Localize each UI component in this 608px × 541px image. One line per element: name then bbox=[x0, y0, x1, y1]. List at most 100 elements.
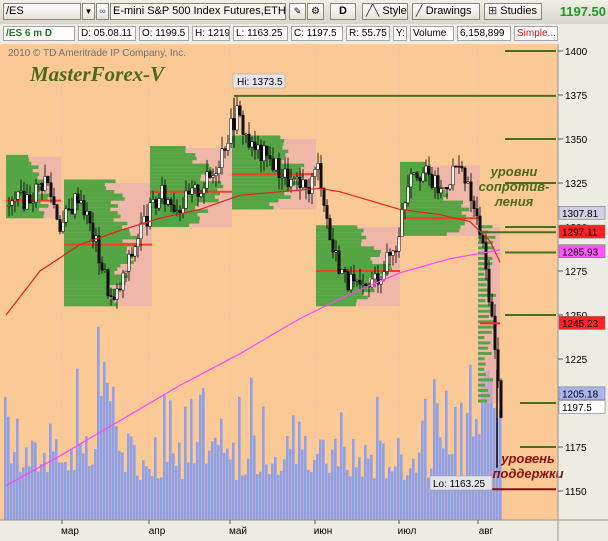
profile-bar bbox=[400, 228, 460, 233]
profile-bar bbox=[64, 281, 126, 286]
toolbar: /ES ▼ ∞ E-mini S&P 500 Index Futures,ETH… bbox=[0, 0, 608, 25]
profile-bar bbox=[6, 165, 39, 169]
symbol-value: /ES bbox=[6, 5, 24, 17]
price-tag-value: 1205.18 bbox=[562, 389, 599, 400]
volume-bar bbox=[64, 461, 67, 520]
candle bbox=[475, 208, 479, 217]
volume-bar bbox=[244, 474, 247, 520]
time-tick-label: мар bbox=[61, 526, 79, 537]
study-label[interactable]: Simple... bbox=[514, 26, 558, 41]
candle bbox=[430, 174, 434, 188]
volume-bar bbox=[88, 466, 91, 520]
candle bbox=[73, 193, 77, 215]
profile-bar bbox=[64, 278, 124, 282]
profile-bar bbox=[400, 225, 461, 229]
share-icon[interactable]: ✎ bbox=[289, 3, 306, 20]
studies-button[interactable]: ⊞ Studies bbox=[484, 3, 542, 20]
volume-bar bbox=[73, 470, 76, 520]
profile-bar bbox=[6, 158, 30, 162]
price-tag-value: 1307.81 bbox=[562, 209, 599, 220]
candle bbox=[469, 181, 473, 202]
candle bbox=[214, 173, 218, 176]
profile-bar bbox=[316, 239, 362, 243]
volume-bar bbox=[145, 466, 148, 520]
candle bbox=[385, 252, 389, 272]
symbol-input[interactable]: /ES bbox=[3, 3, 81, 20]
time-tick-label: июн bbox=[314, 526, 333, 537]
symbol-dropdown-chevron-icon[interactable]: ▼ bbox=[82, 3, 95, 20]
timeframe-label[interactable]: /ES 6 m D bbox=[3, 26, 75, 41]
candle bbox=[238, 105, 242, 116]
profile-bar bbox=[64, 302, 117, 307]
profile-bar bbox=[64, 186, 107, 191]
candle bbox=[97, 235, 101, 264]
volume-bar bbox=[187, 462, 190, 520]
candle bbox=[472, 200, 476, 209]
volume-bar bbox=[196, 441, 199, 520]
candle bbox=[427, 165, 431, 175]
profile-bar bbox=[400, 200, 464, 205]
candle bbox=[217, 167, 221, 174]
volume-bar bbox=[127, 433, 130, 520]
candle bbox=[397, 236, 401, 252]
volume-bar bbox=[16, 418, 19, 520]
profile-bar bbox=[400, 197, 444, 201]
volume-bar bbox=[202, 388, 205, 520]
link-icon[interactable]: ∞ bbox=[96, 3, 109, 20]
volume-bar bbox=[313, 460, 316, 520]
candle bbox=[226, 143, 230, 151]
volume-bar bbox=[403, 479, 406, 520]
volume-bar bbox=[466, 412, 469, 520]
candle bbox=[163, 185, 167, 205]
candle bbox=[178, 210, 182, 214]
candle bbox=[52, 196, 56, 205]
volume-bar bbox=[52, 451, 55, 520]
volume-bar bbox=[295, 464, 298, 520]
candle bbox=[457, 165, 461, 168]
drawings-button[interactable]: ╱ Drawings bbox=[412, 3, 480, 20]
candle bbox=[253, 141, 257, 151]
profile-bar bbox=[64, 232, 131, 236]
candle bbox=[265, 145, 269, 156]
aggregation-button[interactable]: D bbox=[330, 3, 356, 20]
volume-bar bbox=[28, 466, 31, 520]
candle bbox=[244, 133, 248, 136]
volume-bar bbox=[328, 472, 331, 520]
candle bbox=[133, 246, 137, 257]
candle bbox=[106, 269, 110, 296]
profile-bar bbox=[64, 288, 119, 293]
volume-bar bbox=[82, 453, 85, 520]
price-chart[interactable]: 2010 © TD Ameritrade IP Company, Inc. Ma… bbox=[0, 44, 608, 541]
candle bbox=[331, 239, 335, 253]
candle bbox=[406, 186, 410, 204]
volume-bar bbox=[388, 466, 391, 520]
style-button[interactable]: ╱╲ Style bbox=[362, 3, 408, 20]
settings-wrench-icon[interactable]: ⚙ bbox=[307, 3, 324, 20]
candle bbox=[121, 272, 125, 291]
volume-bar bbox=[175, 466, 178, 520]
candle bbox=[433, 175, 437, 188]
volume-bar bbox=[61, 462, 64, 520]
volume-bar bbox=[340, 412, 343, 520]
candle bbox=[130, 254, 134, 257]
volume-bar bbox=[322, 439, 325, 520]
candle bbox=[82, 200, 86, 216]
candle bbox=[307, 187, 311, 194]
range-value: R: 55.75 bbox=[346, 26, 390, 41]
volume-bar bbox=[475, 419, 478, 520]
price-tick-label: 1175 bbox=[565, 443, 587, 454]
price-tick-label: 1325 bbox=[565, 179, 588, 190]
candle bbox=[352, 274, 356, 282]
volume-bar bbox=[319, 439, 322, 520]
volume-bar bbox=[280, 470, 283, 520]
volume-bar bbox=[160, 477, 163, 520]
volume-bar bbox=[394, 466, 397, 520]
profile-bar bbox=[150, 160, 193, 164]
volume-bar bbox=[154, 437, 157, 520]
volume-bar bbox=[151, 476, 154, 520]
candle bbox=[316, 163, 320, 170]
profile-bar bbox=[150, 156, 197, 161]
candle bbox=[481, 234, 485, 244]
profile-bar bbox=[6, 154, 29, 159]
volume-bar bbox=[436, 403, 439, 520]
